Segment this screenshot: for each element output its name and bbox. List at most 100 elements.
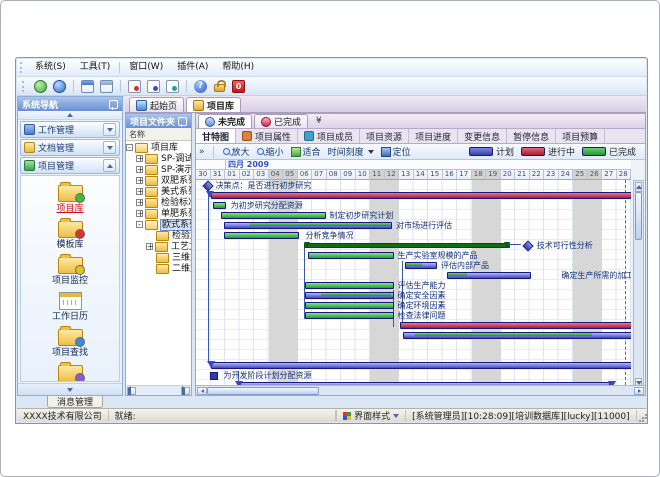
vertical-scroll-thumb[interactable] xyxy=(635,192,642,240)
toolbar-button[interactable] xyxy=(164,78,181,94)
toolbar-button[interactable] xyxy=(79,78,96,94)
milestone-pent-icon[interactable] xyxy=(235,381,243,385)
sidebar-item-entry[interactable]: 项目监控 xyxy=(21,253,119,286)
menu-item[interactable]: 帮助(H) xyxy=(215,60,261,75)
gantt-tool-locate[interactable]: 定位 xyxy=(380,145,412,158)
toolbar-button[interactable] xyxy=(32,78,49,94)
sidebar-item-entry[interactable]: 工作日历 xyxy=(21,289,119,322)
sidebar-item-active[interactable]: 项目库 xyxy=(21,181,119,214)
sidebar-overflow-strip[interactable] xyxy=(18,383,122,395)
detail-tab[interactable]: 项目属性 xyxy=(236,129,298,143)
scroll-left-icon[interactable] xyxy=(197,387,207,395)
gantt-bar-done[interactable] xyxy=(415,333,592,336)
tree-node[interactable]: 检验文件 xyxy=(126,230,191,241)
scroll-right-icon[interactable] xyxy=(181,387,190,395)
chevron-up-icon[interactable] xyxy=(103,159,116,172)
menu-item[interactable]: 窗口(W) xyxy=(122,60,170,75)
detail-tab[interactable]: 变更信息 xyxy=(458,129,507,143)
gantt-bar-plan[interactable] xyxy=(211,362,631,369)
expand-icon[interactable]: + xyxy=(136,155,143,162)
sidebar-item-entry[interactable]: 项目查找 xyxy=(21,325,119,358)
tree-node[interactable]: +检验标准 xyxy=(126,197,191,208)
toolbar-button[interactable]: ? xyxy=(192,78,209,94)
ui-style-button[interactable]: 界面样式 xyxy=(336,410,406,421)
tree-node[interactable]: -欧式系列 xyxy=(126,219,191,230)
detail-tab[interactable]: 项目预算 xyxy=(556,129,605,143)
gantt-bar-prog[interactable] xyxy=(400,322,631,329)
gantt-horizontal-scrollbar[interactable] xyxy=(196,385,645,395)
collapse-icon[interactable]: - xyxy=(126,144,133,151)
pin-icon[interactable] xyxy=(178,117,187,126)
gantt-bar-done[interactable] xyxy=(213,202,227,209)
pin-icon[interactable] xyxy=(109,100,118,109)
document-tab[interactable]: 项目库 xyxy=(186,97,241,112)
gantt-tool-none[interactable]: 时间刻度 xyxy=(327,145,375,158)
toolbar-button[interactable] xyxy=(98,78,115,94)
sidebar-collapse-strip[interactable] xyxy=(18,111,122,120)
milestone-pent-icon[interactable] xyxy=(608,381,616,385)
tab-overflow-button[interactable]: ¥ xyxy=(316,115,322,128)
menu-item[interactable]: 插件(A) xyxy=(170,60,215,75)
sidebar-group[interactable]: 文档管理 xyxy=(20,139,120,156)
gantt-bar-plan[interactable] xyxy=(239,382,610,385)
gantt-bar-done[interactable] xyxy=(305,282,394,289)
milestone-diamond-icon[interactable] xyxy=(202,180,213,191)
tree-column-header[interactable]: 名称 xyxy=(126,128,191,141)
toolbar-button[interactable] xyxy=(145,78,162,94)
gantt-bar-prog[interactable] xyxy=(211,192,631,199)
chevron-down-icon[interactable] xyxy=(103,123,116,136)
tree-node[interactable]: +双肥系列 xyxy=(126,175,191,186)
toolbar-overflow-icon[interactable]: » xyxy=(199,147,205,157)
gantt-tool-zoom-out[interactable]: 缩小 xyxy=(256,145,285,158)
sidebar-group[interactable]: 项目管理 xyxy=(20,157,120,174)
expand-icon[interactable]: + xyxy=(136,199,143,206)
detail-tab[interactable]: 暂停信息 xyxy=(507,129,556,143)
resize-grip-icon[interactable] xyxy=(637,410,646,421)
scroll-right-icon[interactable] xyxy=(634,387,644,395)
tree-node[interactable]: 二维文件 xyxy=(126,263,191,274)
sidebar-group[interactable]: 工作管理 xyxy=(20,121,120,138)
gantt-bar-thin[interactable] xyxy=(508,244,521,245)
gantt-bar-done[interactable] xyxy=(224,232,299,239)
gantt-tool-zoom-in[interactable]: 放大 xyxy=(222,145,251,158)
gantt-vertical-scrollbar[interactable] xyxy=(633,180,644,385)
toolbar-button[interactable] xyxy=(126,78,143,94)
expand-icon[interactable]: + xyxy=(136,188,143,195)
horizontal-scroll-thumb[interactable] xyxy=(207,387,319,395)
view-tab[interactable]: 已完成 xyxy=(254,114,308,128)
tree-node[interactable]: +SP-调试机系列 xyxy=(126,153,191,164)
chevron-down-icon[interactable] xyxy=(103,141,116,154)
gantt-bar-done[interactable] xyxy=(406,263,423,266)
detail-tab[interactable]: 甘特图 xyxy=(196,129,236,143)
scroll-left-icon[interactable] xyxy=(127,387,136,395)
tree-horizontal-scrollbar[interactable] xyxy=(126,385,191,395)
gantt-tool-fit[interactable]: 适合 xyxy=(290,145,322,158)
collapse-icon[interactable]: - xyxy=(136,221,143,228)
message-management-tab[interactable]: 消息管理 xyxy=(47,396,103,408)
tree-node[interactable]: +工艺文件 xyxy=(126,241,191,252)
gantt-bar-summary[interactable] xyxy=(304,243,510,248)
toolbar-button[interactable] xyxy=(51,78,68,94)
detail-tab[interactable]: 项目进度 xyxy=(409,129,458,143)
gantt-chart[interactable]: 决策点：是否进行初步研究为初步研究分配资源制定初步研究计划对市场进行评估分析竞争… xyxy=(196,180,631,385)
document-tab[interactable]: 起始页 xyxy=(129,97,184,112)
milestone-square-icon[interactable] xyxy=(210,372,218,380)
gantt-bar-done[interactable] xyxy=(221,212,325,219)
gantt-bar-done[interactable] xyxy=(250,223,390,226)
gantt-bar-done[interactable] xyxy=(321,293,391,296)
tree-node[interactable]: +美式系列 xyxy=(126,186,191,197)
tree-node[interactable]: -项目库 xyxy=(126,142,191,153)
toolbar-drag-grip[interactable] xyxy=(22,81,27,92)
gantt-bar-done[interactable] xyxy=(448,273,468,276)
milestone-diamond-icon[interactable] xyxy=(522,240,533,251)
scroll-up-icon[interactable] xyxy=(635,182,642,192)
detail-tab[interactable]: 项目成员 xyxy=(298,129,360,143)
toolbar-button[interactable]: 0 xyxy=(230,78,247,94)
detail-tab[interactable]: 项目资源 xyxy=(360,129,409,143)
tree-node[interactable]: +SP-演示机系列 xyxy=(126,164,191,175)
menu-item[interactable]: 工具(T) xyxy=(73,60,118,75)
gantt-bar-done[interactable] xyxy=(305,312,394,319)
menu-item[interactable]: 系统(S) xyxy=(28,60,73,75)
toolbar-button[interactable] xyxy=(211,78,228,94)
gantt-bar-done[interactable] xyxy=(308,252,394,259)
